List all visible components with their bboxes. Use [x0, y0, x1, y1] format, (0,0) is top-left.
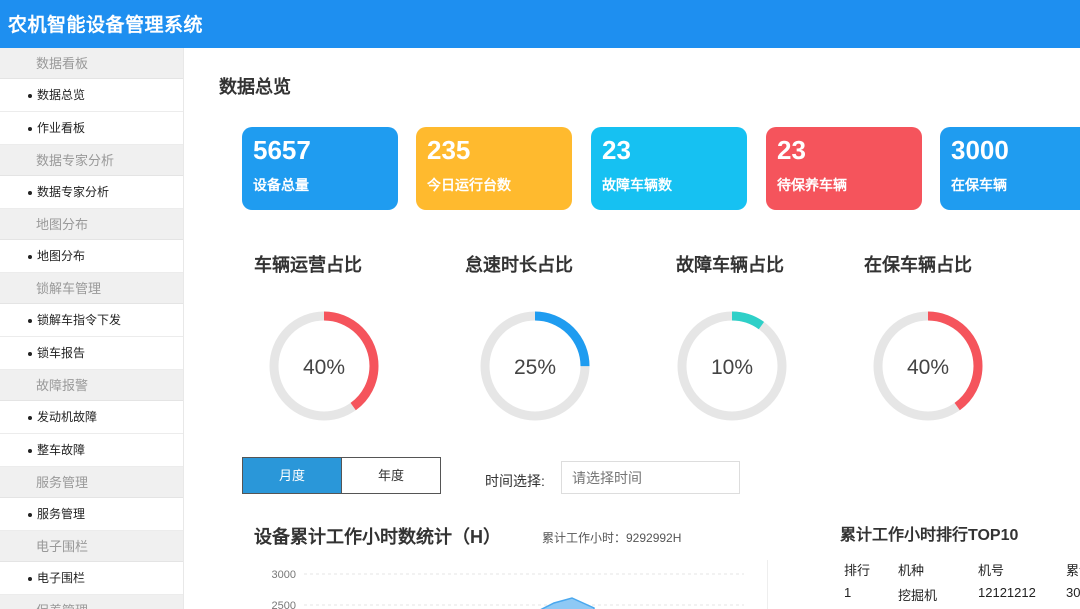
sidebar-item[interactable]: 数据总览 [0, 79, 183, 112]
column-header: 机号 [978, 563, 1005, 578]
bullet-icon [28, 319, 32, 323]
bullet-icon [28, 127, 32, 131]
gauge-percent-label: 40% [303, 356, 345, 379]
sidebar-item-label: 电子围栏 [37, 571, 86, 585]
column-header: 排行 [844, 563, 871, 578]
sidebar-group-header[interactable]: 服务管理 [0, 467, 183, 498]
rank-cell: 1 [844, 585, 852, 600]
sidebar-item-label: 锁解车指令下发 [37, 313, 122, 327]
sidebar-item[interactable]: 整车故障 [0, 434, 183, 467]
stat-value: 3000 [951, 135, 1009, 165]
stat-card[interactable]: 3000 在保车辆 [940, 127, 1080, 210]
stat-label: 设备总量 [253, 177, 309, 193]
bullet-icon [28, 191, 32, 195]
sidebar-item[interactable]: 服务管理 [0, 498, 183, 531]
donut-gauge: 40% [873, 311, 983, 421]
work-hours-chart: 3000 2500 [272, 569, 744, 609]
stat-label: 在保车辆 [951, 177, 1007, 193]
machine-type-cell: 挖掘机 [898, 588, 938, 603]
stat-card[interactable]: 235 今日运行台数 [416, 127, 572, 210]
sidebar: 数据看板 数据总览 作业看板 数据专家分析 数据专家分析 地图分布 地图分布 锁解车管理 锁解车… [0, 48, 184, 609]
sidebar-group-header[interactable]: 保养管理 [0, 595, 183, 609]
donut-gauge: 25% [480, 311, 590, 421]
column-header: 累计 [1066, 563, 1080, 578]
sidebar-group-header[interactable]: 数据专家分析 [0, 145, 183, 176]
sidebar-item[interactable]: 电子围栏 [0, 562, 183, 595]
sidebar-item-label: 地图分布 [37, 249, 86, 263]
stat-value: 23 [602, 135, 631, 165]
tab-yearly[interactable]: 年度 [341, 458, 440, 493]
app-title: 农机智能设备管理系统 [8, 15, 204, 36]
y-tick-label: 2500 [272, 600, 296, 609]
sidebar-item-label: 发动机故障 [37, 410, 98, 424]
page-title: 数据总览 [219, 77, 291, 97]
sidebar-item-label: 服务管理 [37, 507, 86, 521]
sidebar-group-header[interactable]: 锁解车管理 [0, 273, 183, 304]
bullet-icon [28, 449, 32, 453]
stat-card[interactable]: 23 待保养车辆 [766, 127, 922, 210]
tab-monthly[interactable]: 月度 [243, 458, 341, 493]
chart-title: 设备累计工作小时数统计（H） [254, 527, 501, 547]
stat-value: 5657 [253, 135, 311, 165]
column-header: 机种 [898, 563, 925, 578]
gauge-title: 故障车辆占比 [676, 255, 784, 275]
sidebar-item-label: 作业看板 [37, 121, 86, 135]
machine-number-cell: 12121212 [978, 585, 1036, 600]
ranking-title: 累计工作小时排行TOP10 [840, 527, 1019, 544]
bullet-icon [28, 255, 32, 259]
gauge-title: 在保车辆占比 [864, 255, 972, 275]
time-filter-label: 时间选择: [485, 473, 545, 489]
stat-value: 23 [777, 135, 806, 165]
stat-card[interactable]: 5657 设备总量 [242, 127, 398, 210]
gauge-percent-label: 40% [907, 356, 949, 379]
sidebar-item[interactable]: 锁车报告 [0, 337, 183, 370]
sidebar-group-header[interactable]: 故障报警 [0, 370, 183, 401]
gauge-title: 怠速时长占比 [465, 255, 573, 275]
stat-label: 待保养车辆 [777, 177, 847, 193]
bullet-icon [28, 416, 32, 420]
sidebar-item-label: 锁车报告 [37, 346, 86, 360]
area-series [540, 597, 595, 609]
sidebar-group-header[interactable]: 数据看板 [0, 48, 183, 79]
sidebar-group-header[interactable]: 电子围栏 [0, 531, 183, 562]
y-tick-label: 3000 [272, 569, 296, 581]
stat-label: 今日运行台数 [427, 177, 511, 193]
sidebar-item[interactable]: 锁解车指令下发 [0, 304, 183, 337]
bullet-icon [28, 577, 32, 581]
donut-gauge: 10% [677, 311, 787, 421]
chart-total-hours: 累计工作小时：9292992H [542, 531, 682, 545]
top-bar: 农机智能设备管理系统 [0, 0, 1080, 48]
sidebar-item-label: 数据总览 [37, 88, 86, 102]
sidebar-item-label: 整车故障 [37, 443, 86, 457]
sidebar-item[interactable]: 地图分布 [0, 240, 183, 273]
gauge-percent-label: 10% [711, 356, 753, 379]
donut-gauge: 40% [269, 311, 379, 421]
bullet-icon [28, 352, 32, 356]
sidebar-group-header[interactable]: 地图分布 [0, 209, 183, 240]
sidebar-item[interactable]: 数据专家分析 [0, 176, 183, 209]
gauge-percent-label: 25% [514, 356, 556, 379]
total-hours-cell: 30 [1066, 585, 1080, 600]
stat-value: 235 [427, 135, 471, 165]
stat-label: 故障车辆数 [602, 177, 672, 193]
sidebar-item-label: 数据专家分析 [37, 185, 110, 199]
period-tabs: 月度 年度 [242, 457, 441, 494]
stat-card[interactable]: 23 故障车辆数 [591, 127, 747, 210]
divider [767, 560, 768, 609]
sidebar-item[interactable]: 作业看板 [0, 112, 183, 145]
main-content: 数据总览 5657 设备总量 235 今日运行台数 23 故障车辆数 23 待保养车辆 3000… [184, 48, 1080, 609]
sidebar-item[interactable]: 发动机故障 [0, 401, 183, 434]
gauge-title: 车辆运营占比 [254, 255, 362, 275]
bullet-icon [28, 513, 32, 517]
time-picker-input[interactable] [561, 461, 740, 494]
bullet-icon [28, 94, 32, 98]
